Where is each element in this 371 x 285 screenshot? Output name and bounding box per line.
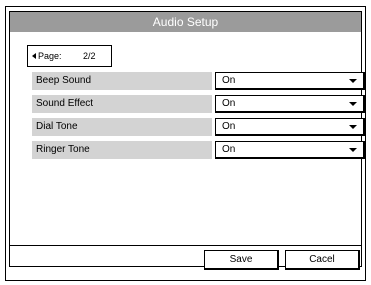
sound-effect-dropdown[interactable]: On [215, 95, 365, 113]
dialog-title: Audio Setup [10, 12, 361, 32]
setting-row-dial-tone: Dial Tone On [32, 118, 365, 136]
dial-tone-label: Dial Tone [32, 118, 212, 136]
dial-tone-dropdown[interactable]: On [215, 118, 365, 136]
page-label: Page: [38, 51, 62, 61]
page-selector[interactable]: Page: 2/2 [27, 45, 112, 67]
ringer-tone-value: On [222, 144, 236, 155]
cancel-button[interactable]: Cacel [285, 250, 360, 270]
dropdown-arrow-icon[interactable] [349, 102, 357, 106]
dial-tone-value: On [222, 121, 236, 132]
page-value: 2/2 [83, 51, 96, 61]
ringer-tone-dropdown[interactable]: On [215, 141, 365, 159]
beep-sound-label: Beep Sound [32, 72, 212, 90]
save-button[interactable]: Save [204, 250, 279, 270]
audio-setup-dialog: Audio Setup Page: 2/2 Beep Sound On Soun… [9, 11, 365, 270]
setting-row-sound-effect: Sound Effect On [32, 95, 365, 113]
footer-divider [10, 245, 361, 246]
dropdown-arrow-icon[interactable] [349, 125, 357, 129]
dropdown-arrow-icon[interactable] [349, 79, 357, 83]
beep-sound-value: On [222, 75, 236, 86]
beep-sound-dropdown[interactable]: On [215, 72, 365, 90]
setting-row-beep-sound: Beep Sound On [32, 72, 365, 90]
ringer-tone-label: Ringer Tone [32, 141, 212, 159]
setting-row-ringer-tone: Ringer Tone On [32, 141, 365, 159]
triangle-left-icon[interactable] [32, 53, 36, 59]
sound-effect-value: On [222, 98, 236, 109]
dropdown-arrow-icon[interactable] [349, 148, 357, 152]
sound-effect-label: Sound Effect [32, 95, 212, 113]
